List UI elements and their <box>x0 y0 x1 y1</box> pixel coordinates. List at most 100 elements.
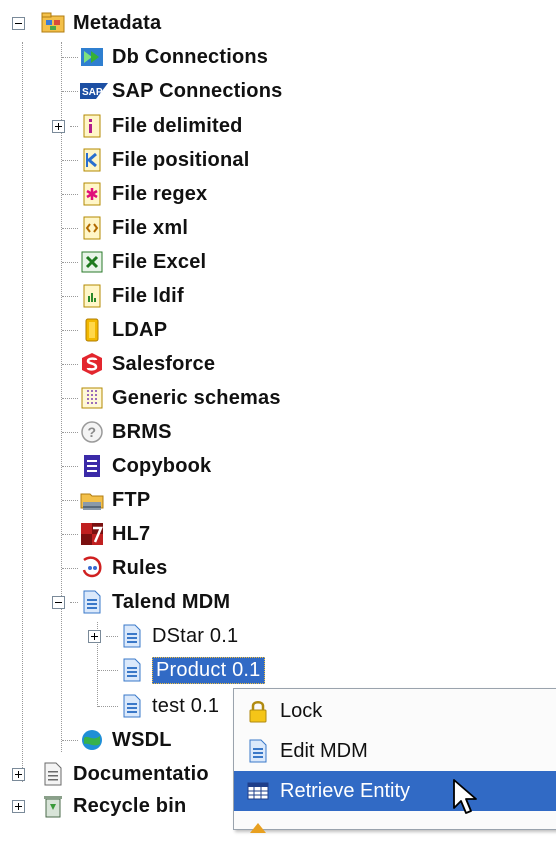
tree-connector <box>62 296 78 297</box>
mdm-document-icon <box>120 694 144 718</box>
tree-node-ldap[interactable]: LDAP <box>80 315 167 345</box>
tree-node-wsdl[interactable]: WSDL <box>80 725 172 755</box>
tree-connector <box>62 194 78 195</box>
tree-label-metadata: Metadata <box>73 11 162 34</box>
sap-logo-icon: SAP <box>80 79 108 103</box>
generic-schema-icon <box>80 386 104 410</box>
tree-connector <box>62 568 78 569</box>
tree-connector <box>62 432 78 433</box>
svg-text:SAP: SAP <box>82 87 103 98</box>
partial-menu-icon <box>246 819 270 843</box>
tree-label-generic-schemas: Generic schemas <box>112 386 281 409</box>
tree-node-db-connections[interactable]: Db Connections <box>80 42 268 72</box>
expand-toggle-recycle-bin[interactable] <box>12 800 25 813</box>
tree-connector <box>62 330 78 331</box>
tree-label-test: test 0.1 <box>152 694 220 717</box>
tree-node-salesforce[interactable]: Salesforce <box>80 349 215 379</box>
file-regex-icon <box>80 182 104 206</box>
tree-node-dstar[interactable]: DStar 0.1 <box>120 621 238 651</box>
menu-item-edit-mdm[interactable]: Edit MDM <box>234 731 556 771</box>
mdm-document-icon <box>120 658 144 682</box>
tree-connector <box>62 160 78 161</box>
tree-label-wsdl: WSDL <box>112 728 172 751</box>
tree-label-file-xml: File xml <box>112 216 189 239</box>
tree-connector <box>70 126 78 127</box>
tree-node-talend-mdm[interactable]: Talend MDM <box>80 587 230 617</box>
help-circle-icon: ? <box>80 420 104 444</box>
tree-node-copybook[interactable]: Copybook <box>80 451 211 481</box>
menu-item-partial[interactable] <box>234 811 556 851</box>
tree-node-rules[interactable]: Rules <box>80 553 167 583</box>
tree-label-ftp: FTP <box>112 488 151 511</box>
tree-connector <box>70 602 78 603</box>
file-excel-icon <box>80 250 104 274</box>
tree-node-file-regex[interactable]: File regex <box>80 179 207 209</box>
tree-connector <box>62 534 78 535</box>
mdm-document-icon <box>80 590 104 614</box>
mouse-pointer-icon <box>453 779 477 814</box>
tree-node-file-delimited[interactable]: File delimited <box>80 111 243 141</box>
tree-label-brms: BRMS <box>112 420 172 443</box>
tree-connector <box>62 740 78 741</box>
tree-label-talend-mdm: Talend MDM <box>112 590 231 613</box>
tree-node-ftp[interactable]: FTP <box>80 485 150 515</box>
salesforce-icon <box>80 352 104 376</box>
tree-node-test[interactable]: test 0.1 <box>120 691 219 721</box>
context-menu: Lock Edit MDM Retrieve Entity <box>233 688 556 833</box>
expand-toggle-file-delimited[interactable] <box>52 120 65 133</box>
tree-node-file-positional[interactable]: File positional <box>80 145 249 175</box>
menu-item-retrieve-entity-label: Retrieve Entity <box>280 779 411 802</box>
tree-label-copybook: Copybook <box>112 454 212 477</box>
tree-connector <box>62 57 78 58</box>
tree-label-dstar: DStar 0.1 <box>152 624 239 647</box>
file-ldif-icon <box>80 284 104 308</box>
tree-node-product-selected[interactable]: Product 0.1 <box>120 655 265 685</box>
wsdl-globe-icon <box>80 728 104 752</box>
tree-connector <box>62 364 78 365</box>
tree-connector <box>62 262 78 263</box>
svg-text:?: ? <box>88 424 97 440</box>
collapse-toggle-metadata[interactable] <box>12 17 25 30</box>
tree-connector <box>62 398 78 399</box>
documentation-icon <box>41 762 65 786</box>
tree-node-recycle-bin[interactable]: Recycle bin <box>41 791 186 821</box>
ftp-server-icon <box>80 488 104 512</box>
tree-node-file-excel[interactable]: File Excel <box>80 247 206 277</box>
tree-node-generic-schemas[interactable]: Generic schemas <box>80 383 281 413</box>
tree-node-file-ldif[interactable]: File ldif <box>80 281 184 311</box>
tree-label-file-ldif: File ldif <box>112 284 184 307</box>
menu-item-lock[interactable]: Lock <box>234 691 556 731</box>
rules-icon <box>80 556 104 580</box>
ldap-directory-icon <box>80 318 104 342</box>
db-connections-icon <box>80 45 104 69</box>
tree-node-file-xml[interactable]: File xml <box>80 213 188 243</box>
tree-node-documentation[interactable]: Documentatio <box>41 759 209 789</box>
tree-connector <box>22 42 23 782</box>
tree-label-file-excel: File Excel <box>112 250 207 273</box>
tree-label-file-positional: File positional <box>112 148 250 171</box>
tree-node-metadata[interactable]: Metadata <box>41 8 161 38</box>
tree-node-sap-connections[interactable]: SAP SAP Connections <box>80 76 282 106</box>
tree-label-product: Product 0.1 <box>152 656 265 684</box>
menu-item-edit-mdm-label: Edit MDM <box>280 739 368 762</box>
tree-label-db-connections: Db Connections <box>112 45 269 68</box>
tree-label-documentation: Documentatio <box>73 762 209 785</box>
recycle-bin-icon <box>41 794 65 818</box>
expand-toggle-dstar[interactable] <box>88 630 101 643</box>
tree-label-hl7: HL7 <box>112 522 151 545</box>
table-grid-icon <box>246 779 270 803</box>
tree-connector <box>106 636 118 637</box>
tree-label-recycle-bin: Recycle bin <box>73 794 187 817</box>
tree-connector <box>98 706 118 707</box>
menu-item-retrieve-entity[interactable]: Retrieve Entity <box>234 771 556 811</box>
tree-node-hl7[interactable]: HL7 <box>80 519 150 549</box>
tree-connector <box>62 466 78 467</box>
tree-connector <box>62 228 78 229</box>
metadata-folder-icon <box>41 11 65 35</box>
tree-label-salesforce: Salesforce <box>112 352 216 375</box>
mdm-document-icon <box>246 739 270 763</box>
tree-node-brms[interactable]: ? BRMS <box>80 417 172 447</box>
menu-item-lock-label: Lock <box>280 699 323 722</box>
expand-toggle-documentation[interactable] <box>12 768 25 781</box>
collapse-toggle-talend-mdm[interactable] <box>52 596 65 609</box>
